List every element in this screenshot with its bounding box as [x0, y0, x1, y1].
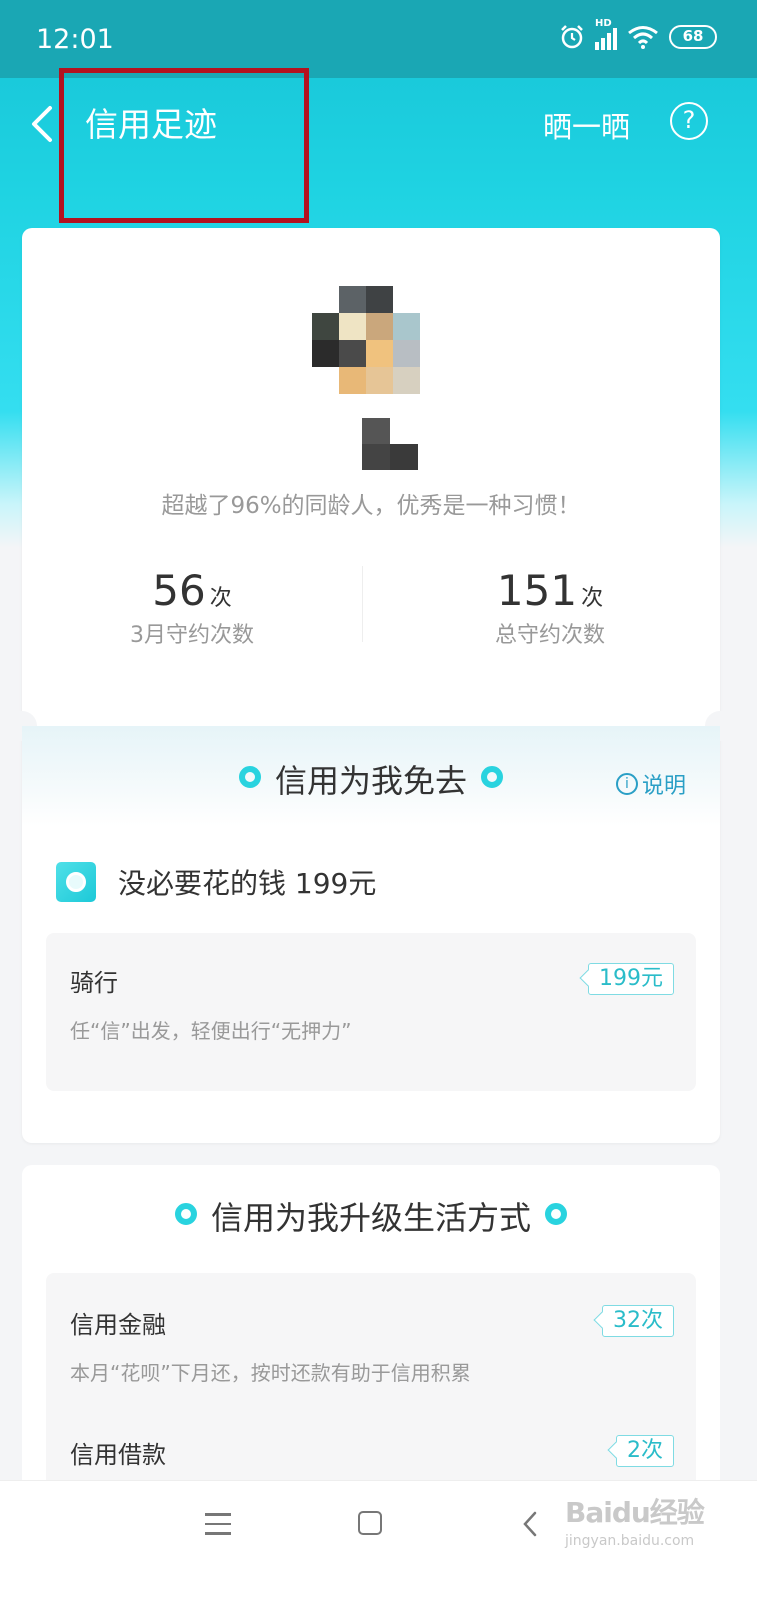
stat-monthly-value: 56: [152, 566, 206, 615]
stat-monthly-label: 3月守约次数: [130, 623, 254, 648]
nav-bar: 信用足迹 晒一晒 ?: [0, 68, 757, 223]
avatar[interactable]: [312, 286, 420, 394]
section-title-free-text: 信用为我免去: [274, 762, 467, 800]
lifestyle-card: 信用为我升级生活方式 信用金融 32次 本月“花呗”下月还，按时还款有助于信用积…: [22, 1165, 720, 1503]
alarm-icon: [561, 25, 583, 49]
title-dot-icon: [238, 766, 261, 788]
watermark: Baidu经验 jingyan.baidu.com: [565, 1491, 715, 1551]
item-desc: 任“信”出发，轻便出行“无押力”: [70, 1019, 352, 1043]
share-button[interactable]: 晒一晒: [543, 104, 630, 146]
stat-total-unit: 次: [581, 586, 604, 611]
stat-total[interactable]: 151 次 总守约次数: [380, 566, 720, 649]
system-nav-bar: Baidu经验 jingyan.baidu.com: [0, 1480, 757, 1600]
section-title-upgrade-text: 信用为我升级生活方式: [210, 1199, 531, 1237]
battery-indicator: 68: [669, 25, 717, 49]
home-icon[interactable]: [358, 1511, 382, 1535]
list-item-finance[interactable]: 信用金融 32次 本月“花呗”下月还，按时还款有助于信用积累 信用借款 2次: [46, 1273, 696, 1503]
item-title: 信用借款: [70, 1441, 166, 1469]
signal-icon: HD: [595, 18, 617, 50]
annotation-highlight-box: [59, 68, 309, 223]
watermark-main: Baidu经验: [565, 1496, 705, 1529]
back-icon[interactable]: [28, 104, 56, 144]
stat-monthly[interactable]: 56 次 3月守约次数: [22, 566, 362, 649]
stat-total-label: 总守约次数: [494, 623, 605, 648]
item-title: 信用金融: [70, 1311, 166, 1339]
title-dot-icon: [545, 1203, 567, 1225]
username-pixelated: [334, 418, 418, 470]
credit-summary-card: 超越了96%的同龄人，优秀是一种习惯！ 56 次 3月守约次数 151 次 总守约次…: [7, 228, 735, 1143]
item-tag: 199元: [588, 963, 674, 995]
nav-back-icon[interactable]: [520, 1509, 540, 1539]
status-bar: 12:01 HD 68: [0, 0, 757, 78]
item-desc: 本月“花呗”下月还，按时还款有助于信用积累: [70, 1361, 471, 1385]
info-icon: i: [616, 773, 638, 795]
explain-link[interactable]: i 说明: [616, 768, 686, 800]
watermark-sub: jingyan.baidu.com: [565, 1533, 695, 1549]
list-item-cycling[interactable]: 骑行 199元 任“信”出发，轻便出行“无押力”: [46, 933, 696, 1091]
coin-icon: [56, 862, 96, 902]
stats-divider: [362, 566, 363, 642]
item-tag: 2次: [616, 1435, 674, 1467]
saved-money-row: 没必要花的钱 199元: [56, 860, 376, 904]
stat-monthly-unit: 次: [209, 586, 232, 611]
stats-row: 56 次 3月守约次数 151 次 总守约次数: [22, 566, 720, 649]
section-title-upgrade: 信用为我升级生活方式: [22, 1193, 720, 1239]
title-dot-icon: [481, 766, 503, 788]
explain-label: 说明: [642, 774, 687, 799]
menu-icon[interactable]: [205, 1513, 231, 1537]
ranking-subtitle: 超越了96%的同龄人，优秀是一种习惯！: [161, 493, 581, 519]
stat-total-value: 151: [496, 566, 578, 615]
item-title: 骑行: [70, 969, 118, 997]
item-tag: 32次: [602, 1305, 674, 1337]
title-dot-icon: [174, 1203, 197, 1225]
status-time: 12:01: [36, 24, 114, 55]
help-icon[interactable]: ?: [670, 102, 708, 140]
wifi-icon: [628, 26, 658, 49]
saved-money-label: 没必要花的钱 199元: [118, 867, 377, 900]
network-label: HD: [595, 18, 612, 29]
